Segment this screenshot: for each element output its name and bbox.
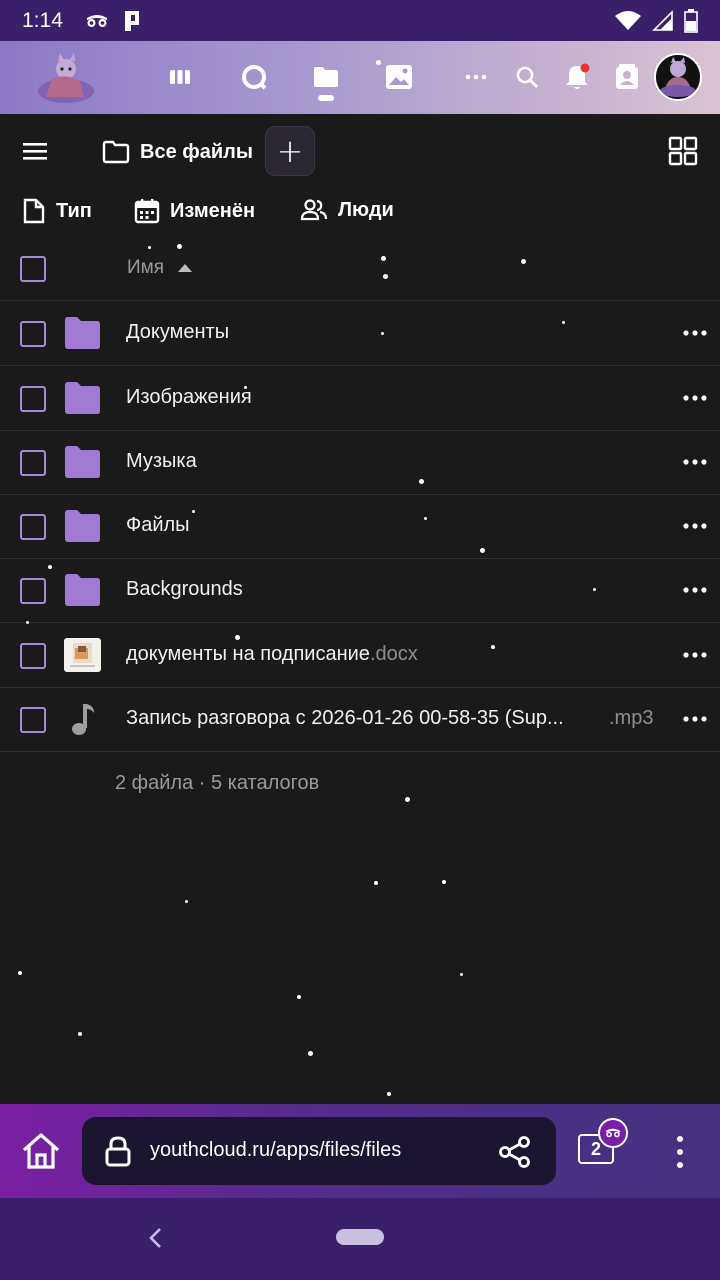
home-gesture-pill[interactable] [336, 1229, 384, 1245]
more-apps-icon[interactable] [458, 59, 494, 95]
more-actions-icon[interactable] [682, 580, 708, 600]
folder-icon [65, 382, 100, 414]
row-checkbox[interactable] [20, 321, 46, 347]
calendar-icon [134, 199, 160, 224]
dashboard-icon[interactable] [162, 59, 198, 95]
more-actions-icon[interactable] [682, 645, 708, 665]
share-icon[interactable] [498, 1135, 532, 1169]
new-button-label: + [276, 132, 304, 170]
file-name[interactable]: Музыка [126, 450, 197, 473]
column-name-label: Имя [127, 257, 165, 278]
breadcrumb-label: Все файлы [140, 140, 253, 163]
status-time: 1:14 [22, 8, 63, 32]
folder-icon [65, 574, 100, 606]
row-checkbox[interactable] [20, 707, 46, 733]
file-name[interactable]: Файлы [126, 514, 190, 537]
active-app-indicator [318, 95, 334, 101]
sort-ascending-icon [178, 264, 193, 272]
back-icon[interactable] [146, 1226, 166, 1250]
more-actions-icon[interactable] [682, 452, 708, 472]
more-actions-icon[interactable] [682, 709, 708, 729]
filters-bar: Тип Изменён Люди [0, 188, 720, 236]
contacts-icon[interactable] [609, 59, 645, 95]
select-all-checkbox[interactable] [20, 256, 46, 282]
talk-icon[interactable] [236, 59, 272, 95]
search-icon[interactable] [509, 59, 545, 95]
battery-icon [684, 8, 698, 33]
file-extension: .mp3 [609, 707, 654, 729]
row-checkbox[interactable] [20, 578, 46, 604]
row-checkbox[interactable] [20, 450, 46, 476]
signal-icon [652, 9, 673, 31]
browser-toolbar: youthcloud.ru/apps/files/files 2 [0, 1104, 720, 1198]
filter-type-label: Тип [56, 199, 92, 222]
people-icon [300, 199, 328, 221]
file-row-mp3[interactable]: Запись разговора с 2026-01-26 00-58-35 (… [0, 687, 720, 752]
new-button[interactable]: + [265, 126, 315, 176]
row-checkbox[interactable] [20, 643, 46, 669]
file-row-music[interactable]: Музыка [0, 430, 720, 495]
row-checkbox[interactable] [20, 514, 46, 540]
url-text[interactable]: youthcloud.ru/apps/files/files [150, 1139, 401, 1162]
folder-icon [65, 317, 100, 349]
folder-outline-icon [102, 140, 130, 164]
incognito-icon [86, 14, 107, 27]
sort-by-name[interactable]: Имя [127, 257, 193, 279]
photos-icon[interactable] [381, 59, 417, 95]
grid-view-icon[interactable] [668, 136, 698, 166]
file-name[interactable]: Запись разговора с 2026-01-26 00-58-35 (… [126, 707, 564, 730]
system-navigation-bar [0, 1198, 720, 1280]
more-actions-icon[interactable] [682, 388, 708, 408]
file-row-files[interactable]: Файлы [0, 494, 720, 559]
status-bar: 1:14 [0, 0, 720, 41]
row-checkbox[interactable] [20, 386, 46, 412]
file-name[interactable]: Backgrounds [126, 578, 243, 601]
folder-icon [65, 446, 100, 478]
files-icon[interactable] [308, 59, 344, 95]
filter-people[interactable]: Люди [300, 198, 394, 222]
breadcrumb[interactable]: Все файлы [102, 136, 253, 168]
filter-modified[interactable]: Изменён [134, 198, 255, 224]
address-bar[interactable]: youthcloud.ru/apps/files/files [82, 1117, 556, 1185]
folder-icon [65, 510, 100, 542]
more-actions-icon[interactable] [682, 323, 708, 343]
file-name[interactable]: Изображения [126, 386, 252, 409]
file-row-backgrounds[interactable]: Backgrounds [0, 558, 720, 623]
file-list-header: Имя [0, 237, 720, 301]
filter-type[interactable]: Тип [22, 198, 92, 224]
files-toolbar: Все файлы + [0, 114, 720, 188]
incognito-badge-icon [598, 1118, 628, 1148]
document-thumbnail-icon [64, 638, 101, 672]
filter-modified-label: Изменён [170, 199, 256, 222]
lock-icon[interactable] [104, 1135, 132, 1167]
navigation-menu-icon[interactable] [22, 140, 48, 162]
file-type-icon [23, 198, 45, 224]
music-note-icon [72, 704, 94, 735]
wifi-icon [615, 10, 641, 30]
browser-menu-icon[interactable] [668, 1132, 692, 1172]
filter-people-label: Люди [338, 198, 394, 221]
logo-icon[interactable] [36, 51, 100, 107]
list-summary: 2 файла · 5 каталогов [115, 772, 320, 794]
notifications-icon[interactable] [559, 59, 595, 95]
parking-icon [124, 10, 139, 31]
tab-count: 2 [590, 1138, 601, 1159]
more-actions-icon[interactable] [682, 516, 708, 536]
home-icon[interactable] [20, 1130, 62, 1172]
file-row-images[interactable]: Изображения [0, 366, 720, 431]
file-name[interactable]: Документы [126, 321, 229, 344]
file-name[interactable]: документы на подписание.docx [126, 643, 418, 666]
file-row-docx[interactable]: документы на подписание.docx [0, 623, 720, 688]
app-header [0, 41, 720, 114]
avatar[interactable] [654, 53, 702, 101]
file-row-documents[interactable]: Документы [0, 301, 720, 366]
